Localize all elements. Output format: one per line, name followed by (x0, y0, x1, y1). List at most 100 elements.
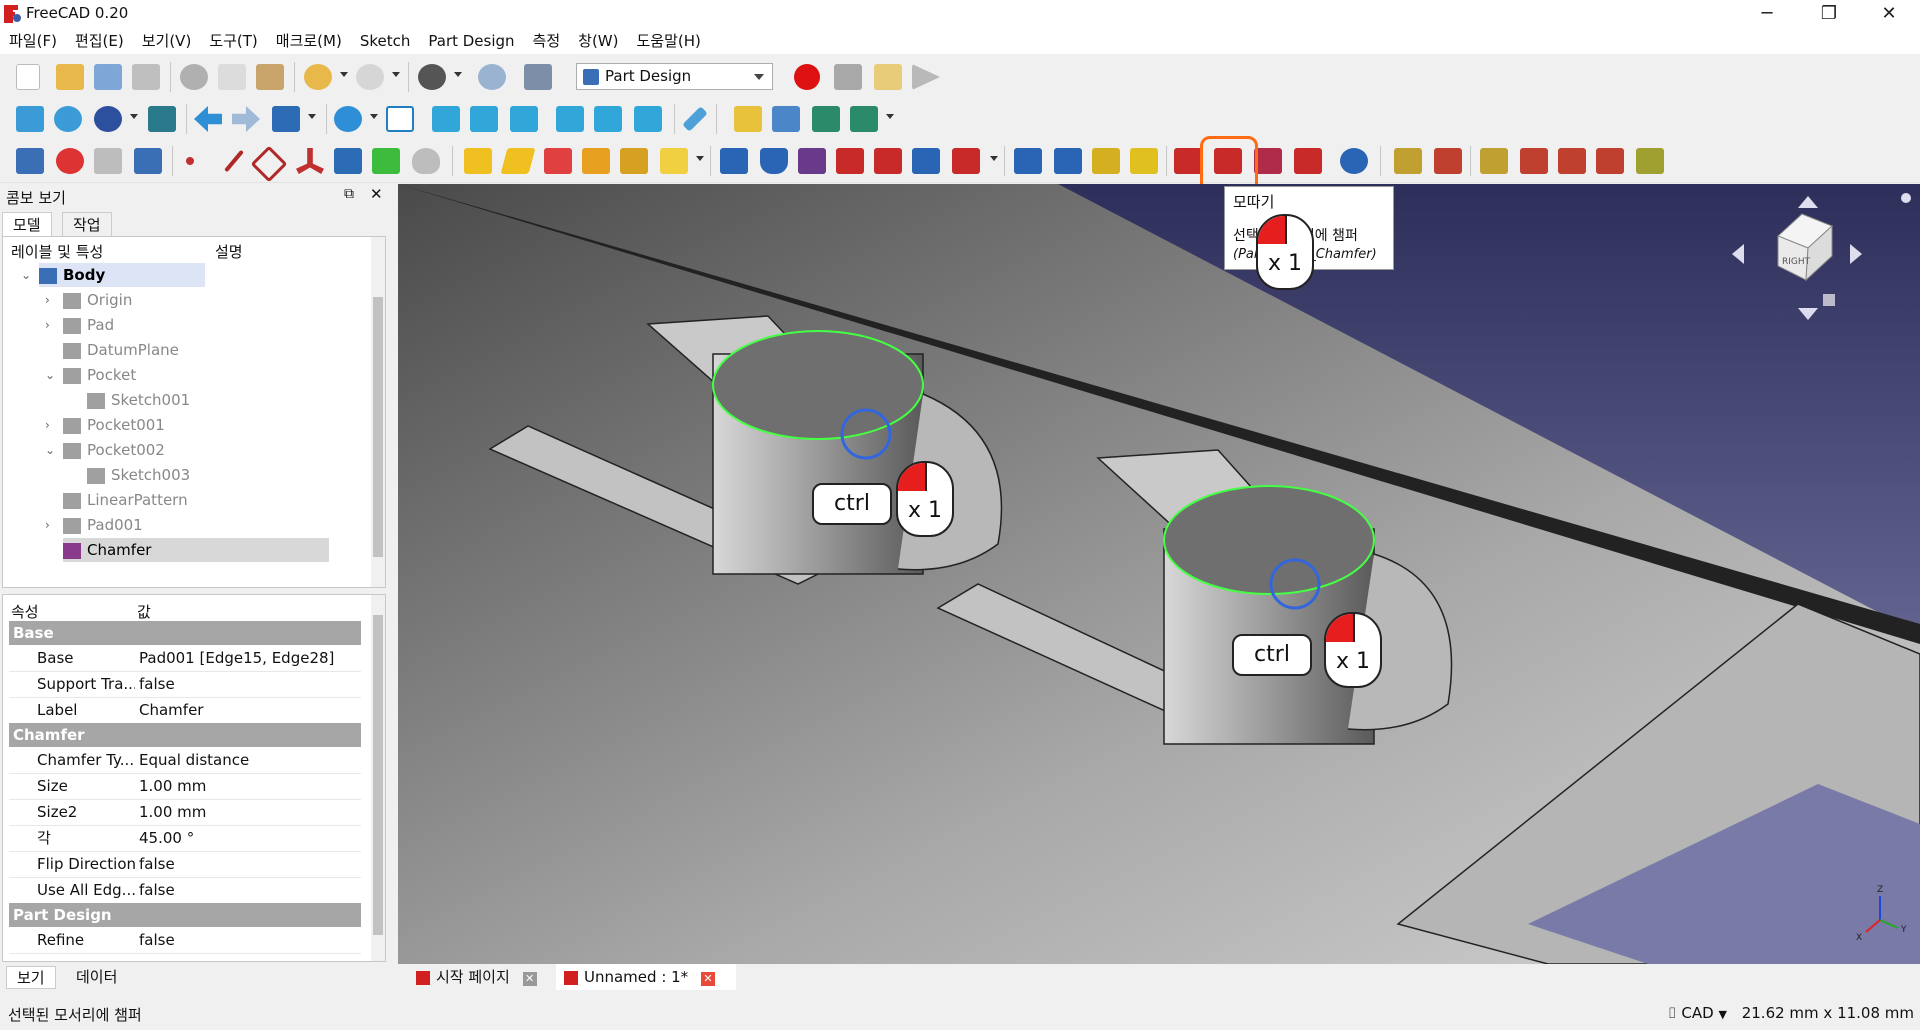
subtractive-loft-icon[interactable] (836, 148, 864, 174)
boolean-icon[interactable] (1340, 148, 1368, 174)
tree-item[interactable]: Body (39, 263, 205, 287)
tree-item[interactable]: Chamfer (63, 538, 329, 562)
menu-sketch[interactable]: Sketch (351, 28, 420, 54)
forward-arrow-icon[interactable] (232, 106, 260, 132)
nav-close-icon[interactable] (1901, 193, 1911, 203)
datum-line-icon[interactable] (224, 149, 244, 173)
linear-pattern-icon[interactable] (1054, 148, 1082, 174)
cut-icon[interactable] (180, 64, 208, 90)
link-dropdown-icon[interactable] (886, 114, 894, 119)
tab-start-page[interactable]: 시작 페이지 ✕ (408, 964, 552, 990)
subtractive-primitive-icon[interactable] (952, 148, 980, 174)
measure-refresh-icon[interactable] (1480, 148, 1508, 174)
front-view-icon[interactable] (432, 106, 460, 132)
back-arrow-icon[interactable] (194, 106, 222, 132)
prop-row[interactable]: Size 1.00 mm (9, 773, 361, 800)
chevron-right-icon[interactable]: › (45, 518, 50, 532)
draw-style-icon[interactable] (94, 106, 122, 132)
draw-style-dropdown-icon[interactable] (130, 114, 138, 119)
prop-value[interactable]: false (139, 671, 175, 697)
save-icon[interactable] (94, 64, 122, 90)
prop-value[interactable]: 1.00 mm (139, 799, 206, 825)
float-panel-icon[interactable]: ⧉ (344, 186, 354, 202)
tab-model[interactable]: 모델 (2, 212, 52, 237)
menu-tools[interactable]: 도구(T) (200, 28, 266, 54)
subtractive-dropdown-icon[interactable] (990, 156, 998, 161)
tree-item[interactable]: Pocket (63, 363, 136, 387)
pocket-icon[interactable] (720, 148, 748, 174)
create-sketch-icon[interactable] (56, 148, 84, 174)
prop-value[interactable]: Chamfer (139, 697, 203, 723)
sub-shape-binder-icon[interactable] (334, 148, 362, 174)
prop-value[interactable]: Equal distance (139, 747, 249, 773)
zoom-icon[interactable] (334, 106, 362, 132)
tree-scrollbar[interactable] (371, 237, 385, 587)
isometric-view-icon[interactable] (386, 106, 414, 132)
pad-icon[interactable] (464, 148, 492, 174)
prop-row[interactable]: Support Tra... false (9, 671, 361, 698)
tab-unnamed[interactable]: Unnamed : 1* ✕ (556, 964, 736, 990)
boss-2-top-face-selected[interactable] (1163, 485, 1375, 595)
undo-icon[interactable] (304, 64, 332, 90)
prop-group[interactable]: Part Design (9, 903, 361, 927)
hole-icon[interactable] (760, 148, 788, 174)
fillet-icon[interactable] (1174, 148, 1202, 174)
fit-all-icon[interactable] (16, 106, 44, 132)
prop-row[interactable]: Flip Direction false (9, 851, 361, 878)
chevron-right-icon[interactable]: › (45, 418, 50, 432)
create-body-icon[interactable] (16, 148, 44, 174)
undo-dropdown-icon[interactable] (340, 72, 348, 77)
whats-this-icon[interactable] (524, 64, 552, 90)
tree-scroll-thumb[interactable] (373, 297, 383, 557)
measure-distance-icon[interactable] (682, 106, 708, 132)
prop-row[interactable]: Use All Edg... false (9, 877, 361, 904)
link-actions-icon[interactable] (850, 106, 878, 132)
rear-view-icon[interactable] (556, 106, 584, 132)
sync-view-icon[interactable] (272, 106, 300, 132)
paste-icon[interactable] (256, 64, 284, 90)
tab-data[interactable]: 데이터 (66, 966, 127, 987)
prop-row[interactable]: Chamfer Ty... Equal distance (9, 747, 361, 774)
tree-item[interactable]: DatumPlane (63, 338, 179, 362)
redo-dropdown-icon[interactable] (392, 72, 400, 77)
fit-selection-icon[interactable] (54, 106, 82, 132)
prop-value[interactable]: false (139, 851, 175, 877)
prop-scroll-thumb[interactable] (373, 615, 383, 935)
zoom-dropdown-icon[interactable] (370, 114, 378, 119)
chevron-right-icon[interactable]: › (45, 318, 50, 332)
tree-item[interactable]: Sketch001 (87, 388, 190, 412)
refresh-check-icon[interactable] (418, 64, 446, 90)
local-cs-icon[interactable] (296, 148, 324, 174)
additive-primitive-icon[interactable] (660, 148, 688, 174)
revolution-icon[interactable] (500, 148, 536, 174)
maximize-button[interactable]: ❐ (1806, 0, 1852, 28)
menu-file[interactable]: 파일(F) (0, 28, 66, 54)
edit-macro-icon[interactable] (874, 64, 902, 90)
bottom-view-icon[interactable] (594, 106, 622, 132)
prop-row[interactable]: Refine false (9, 927, 361, 954)
character-icon[interactable] (412, 148, 440, 174)
groove-icon[interactable] (798, 148, 826, 174)
new-document-icon[interactable] (16, 64, 40, 90)
nav-style-dropdown-icon[interactable]: ▼ (1718, 1008, 1726, 1021)
tree-item[interactable]: LinearPattern (63, 488, 188, 512)
measure-toggle-3d-icon[interactable] (1596, 148, 1624, 174)
3d-viewport[interactable]: RIGHT Z Y X (398, 184, 1920, 964)
close-tab-icon[interactable]: ✕ (700, 972, 715, 986)
create-group-icon[interactable] (772, 106, 800, 132)
right-view-icon[interactable] (510, 106, 538, 132)
menu-macro[interactable]: 매크로(M) (267, 28, 351, 54)
nav-menu-icon[interactable] (1823, 294, 1835, 306)
record-macro-icon[interactable] (794, 64, 820, 90)
check-dropdown-icon[interactable] (454, 72, 462, 77)
prop-row[interactable]: Size2 1.00 mm (9, 799, 361, 826)
validate-sketch-icon[interactable] (94, 148, 122, 174)
prop-value[interactable]: 45.00 ° (139, 825, 194, 851)
prop-scrollbar[interactable] (371, 595, 385, 961)
close-panel-icon[interactable]: ✕ (370, 185, 383, 203)
3d-scene[interactable]: RIGHT Z Y X (398, 184, 1920, 964)
bounding-box-icon[interactable] (148, 106, 176, 132)
sync-dropdown-icon[interactable] (308, 114, 316, 119)
menu-view[interactable]: 보기(V) (133, 28, 201, 54)
mirrored-icon[interactable] (1014, 148, 1042, 174)
